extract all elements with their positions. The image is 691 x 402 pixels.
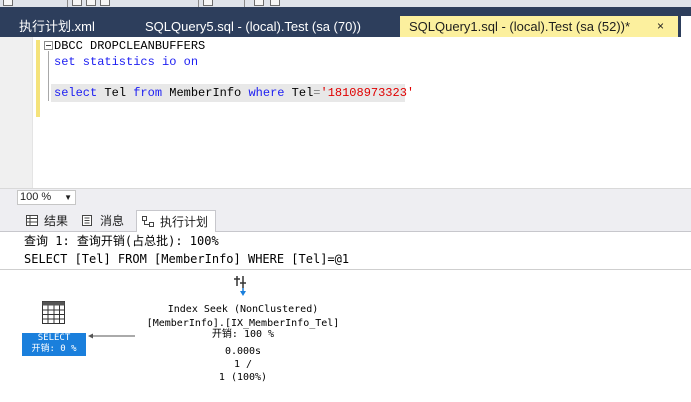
- select-node-name: SELECT: [37, 333, 71, 343]
- query-statement: SELECT [Tel] FROM [MemberInfo] WHERE [Te…: [24, 252, 350, 266]
- code-token: where: [248, 86, 285, 100]
- header-divider: [0, 269, 691, 270]
- grid-icon: [26, 211, 38, 226]
- tab-sqlquery5[interactable]: SQLQuery5.sql - (local).Test (sa (70)): [136, 16, 396, 37]
- tab-results-label: 结果: [44, 214, 69, 228]
- toolbar-button-icon[interactable]: [254, 0, 264, 6]
- code-token: select: [54, 86, 98, 100]
- chevron-down-icon: ▼: [64, 193, 72, 202]
- code-token: MemberInfo: [162, 86, 249, 100]
- seek-node-time: 0.000s: [224, 346, 262, 357]
- code-line-1: DBCC DROPCLEANBUFFERS: [54, 38, 205, 54]
- seek-node-rows-pct: 1 (100%): [218, 372, 268, 383]
- toolbar-button-icon[interactable]: [203, 0, 213, 6]
- tab-overflow[interactable]: [681, 16, 691, 37]
- zoom-value: 100 %: [20, 191, 52, 203]
- zoom-bar: 100 % ▼: [0, 188, 691, 206]
- tab-results[interactable]: 结果: [24, 210, 76, 232]
- select-operator-icon[interactable]: [42, 301, 66, 325]
- tab-sqlquery1[interactable]: SQLQuery1.sql - (local).Test (sa (52))* …: [400, 16, 678, 37]
- toolbar-button-icon[interactable]: [270, 0, 280, 6]
- code-token: DBCC: [54, 39, 83, 53]
- tab-messages[interactable]: 消息: [80, 210, 132, 232]
- code-token: Tel: [97, 86, 134, 100]
- tab-messages-label: 消息: [100, 214, 125, 228]
- outline-line: [48, 51, 49, 101]
- sql-editor[interactable]: DBCC DROPCLEANBUFFERS set statistics io …: [0, 37, 691, 188]
- result-tabs: 结果 消息 执行计划: [0, 206, 691, 232]
- tab-execution-plan-xml[interactable]: 执行计划.xml: [10, 16, 130, 37]
- change-tracking-bar: [36, 40, 40, 117]
- toolbar-separator: [198, 0, 199, 7]
- execution-plan-pane[interactable]: 查询 1: 查询开销(占总批): 100% SELECT [Tel] FROM …: [0, 232, 691, 402]
- toolbar-button-icon[interactable]: [3, 0, 13, 6]
- tab-label: SQLQuery5.sql - (local).Test (sa (70)): [145, 19, 362, 34]
- query-cost-header: 查询 1: 查询开销(占总批): 100%: [24, 234, 219, 248]
- toolbar-separator: [244, 0, 245, 7]
- editor-gutter: [0, 37, 33, 188]
- code-token: set statistics io on: [54, 55, 199, 69]
- select-node-label[interactable]: SELECT 开销: 0 %: [22, 333, 86, 356]
- toolbar-separator: [67, 0, 68, 7]
- collapse-region-icon[interactable]: [44, 41, 53, 50]
- code-token: DROPCLEANBUFFERS: [82, 39, 206, 53]
- seek-node-cost: 开销: 100 %: [211, 329, 275, 340]
- zoom-dropdown[interactable]: 100 % ▼: [17, 190, 76, 205]
- toolbar-button-icon[interactable]: [86, 0, 96, 6]
- toolbar: [0, 0, 691, 7]
- seek-node-op: Index Seek (NonClustered): [167, 304, 319, 315]
- execution-plan-icon: [142, 212, 154, 227]
- index-seek-icon[interactable]: [232, 274, 252, 298]
- code-token: '18108973323': [320, 86, 415, 100]
- code-line-4: select Tel from MemberInfo where Tel='18…: [54, 85, 414, 101]
- messages-icon: [82, 211, 94, 226]
- code-token: Tel: [284, 86, 314, 100]
- tab-label: SQLQuery1.sql - (local).Test (sa (52))*: [409, 19, 631, 34]
- tab-label: 执行计划.xml: [19, 19, 95, 34]
- plan-connector-arrow: [88, 324, 136, 339]
- toolbar-button-icon[interactable]: [72, 0, 82, 6]
- select-node-cost: 开销: 0 %: [31, 344, 77, 354]
- document-tab-strip: 执行计划.xml SQLQuery5.sql - (local).Test (s…: [0, 7, 691, 37]
- code-line-2: set statistics io on: [54, 54, 198, 70]
- code-token: =: [313, 86, 321, 100]
- tab-execution-plan[interactable]: 执行计划: [136, 210, 216, 232]
- seek-node-rows-ratio: 1 /: [233, 359, 253, 370]
- close-tab-icon[interactable]: ×: [657, 16, 664, 37]
- tab-execution-plan-label: 执行计划: [160, 215, 209, 229]
- toolbar-button-icon[interactable]: [100, 0, 110, 6]
- code-token: from: [133, 86, 163, 100]
